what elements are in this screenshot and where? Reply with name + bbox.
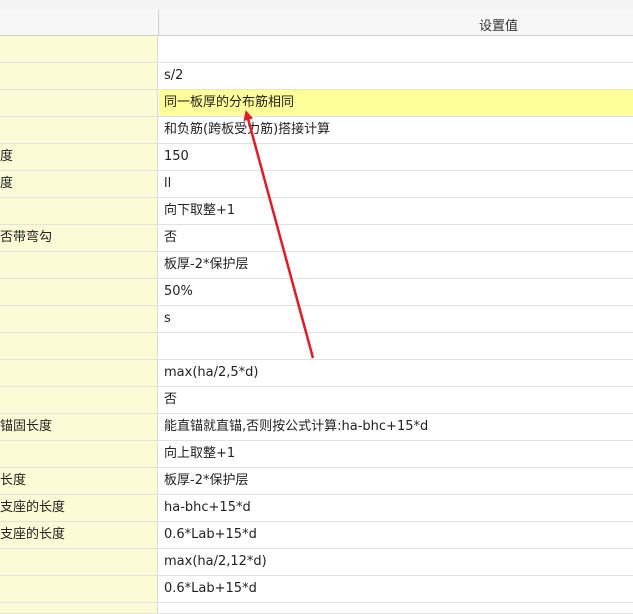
row-label <box>0 36 158 62</box>
row-value[interactable]: ll <box>159 171 633 197</box>
table-header: 设置值 <box>0 10 633 36</box>
row-label: 度 <box>0 171 158 197</box>
row-value[interactable]: s <box>159 306 633 332</box>
row-label <box>0 549 158 575</box>
row-label: 支座的长度 <box>0 495 158 521</box>
table-row[interactable] <box>0 36 633 63</box>
row-label: 支座的长度 <box>0 522 158 548</box>
table-row[interactable]: 和负筋(跨板受力筋)搭接计算 <box>0 117 633 144</box>
table-row[interactable]: 支座的长度 0.6*Lab+15*d <box>0 522 633 549</box>
row-value[interactable]: 50% <box>159 279 633 305</box>
table-row[interactable] <box>0 333 633 360</box>
table-row-selected[interactable]: 同一板厚的分布筋相同 <box>0 90 633 117</box>
row-value[interactable]: 向上取整+1 <box>159 441 633 467</box>
header-value-title: 设置值 <box>479 19 519 34</box>
table-row[interactable]: 长度 板厚-2*保护层 <box>0 468 633 495</box>
table-row[interactable]: 度 150 <box>0 144 633 171</box>
table-row[interactable]: 向上取整+1 <box>0 441 633 468</box>
table-row[interactable]: 否 <box>0 387 633 414</box>
row-value[interactable] <box>159 603 633 613</box>
header-label-column <box>0 10 159 35</box>
row-label: 度 <box>0 144 158 170</box>
table-row[interactable]: 板厚-2*保护层 <box>0 252 633 279</box>
row-label <box>0 387 158 413</box>
table-row[interactable]: 支座的长度 ha-bhc+15*d <box>0 495 633 522</box>
row-value[interactable]: max(ha/2,5*d) <box>159 360 633 386</box>
row-value[interactable]: 否 <box>159 387 633 413</box>
row-label <box>0 252 158 278</box>
row-value[interactable] <box>159 333 633 359</box>
row-value[interactable]: ha-bhc+15*d <box>159 495 633 521</box>
row-value[interactable]: 0.6*Lab+15*d <box>159 522 633 548</box>
table-row[interactable]: 度 ll <box>0 171 633 198</box>
row-value[interactable]: 板厚-2*保护层 <box>159 468 633 494</box>
row-label <box>0 279 158 305</box>
row-value[interactable]: 向下取整+1 <box>159 198 633 224</box>
row-label <box>0 306 158 332</box>
settings-table-window: 设置值 s/2 同一板厚的分布筋相同 和负筋(跨板受力筋)搭接计算 度 150 … <box>0 0 633 614</box>
table-row[interactable]: max(ha/2,12*d) <box>0 549 633 576</box>
row-value[interactable]: 同一板厚的分布筋相同 <box>159 90 633 116</box>
row-label: 锚固长度 <box>0 414 158 440</box>
row-label: 长度 <box>0 468 158 494</box>
row-value[interactable]: 0.6*Lab+15*d <box>159 576 633 602</box>
row-value[interactable]: 150 <box>159 144 633 170</box>
table-row[interactable]: 否带弯勾 否 <box>0 225 633 252</box>
row-value[interactable]: 能直锚就直锚,否则按公式计算:ha-bhc+15*d <box>159 414 633 440</box>
header-value-column[interactable]: 设置值 <box>159 10 633 35</box>
row-value[interactable]: max(ha/2,12*d) <box>159 549 633 575</box>
row-label <box>0 333 158 359</box>
row-label <box>0 198 158 224</box>
row-label: 否带弯勾 <box>0 225 158 251</box>
table-row[interactable]: 0.6*Lab+15*d <box>0 576 633 603</box>
table-row[interactable]: max(ha/2,5*d) <box>0 360 633 387</box>
table-row[interactable]: s/2 <box>0 63 633 90</box>
row-label <box>0 90 158 116</box>
table-row[interactable]: s <box>0 306 633 333</box>
row-label <box>0 576 158 602</box>
row-value[interactable] <box>159 36 633 62</box>
table-row[interactable]: 向下取整+1 <box>0 198 633 225</box>
row-label <box>0 603 158 613</box>
row-value[interactable]: 板厚-2*保护层 <box>159 252 633 278</box>
row-label <box>0 360 158 386</box>
row-label <box>0 441 158 467</box>
row-label <box>0 63 158 89</box>
row-value[interactable]: 否 <box>159 225 633 251</box>
row-value[interactable]: 和负筋(跨板受力筋)搭接计算 <box>159 117 633 143</box>
settings-grid: s/2 同一板厚的分布筋相同 和负筋(跨板受力筋)搭接计算 度 150 度 ll… <box>0 36 633 614</box>
row-label <box>0 117 158 143</box>
table-row[interactable] <box>0 603 633 614</box>
table-row[interactable]: 锚固长度 能直锚就直锚,否则按公式计算:ha-bhc+15*d <box>0 414 633 441</box>
row-value[interactable]: s/2 <box>159 63 633 89</box>
table-row[interactable]: 50% <box>0 279 633 306</box>
